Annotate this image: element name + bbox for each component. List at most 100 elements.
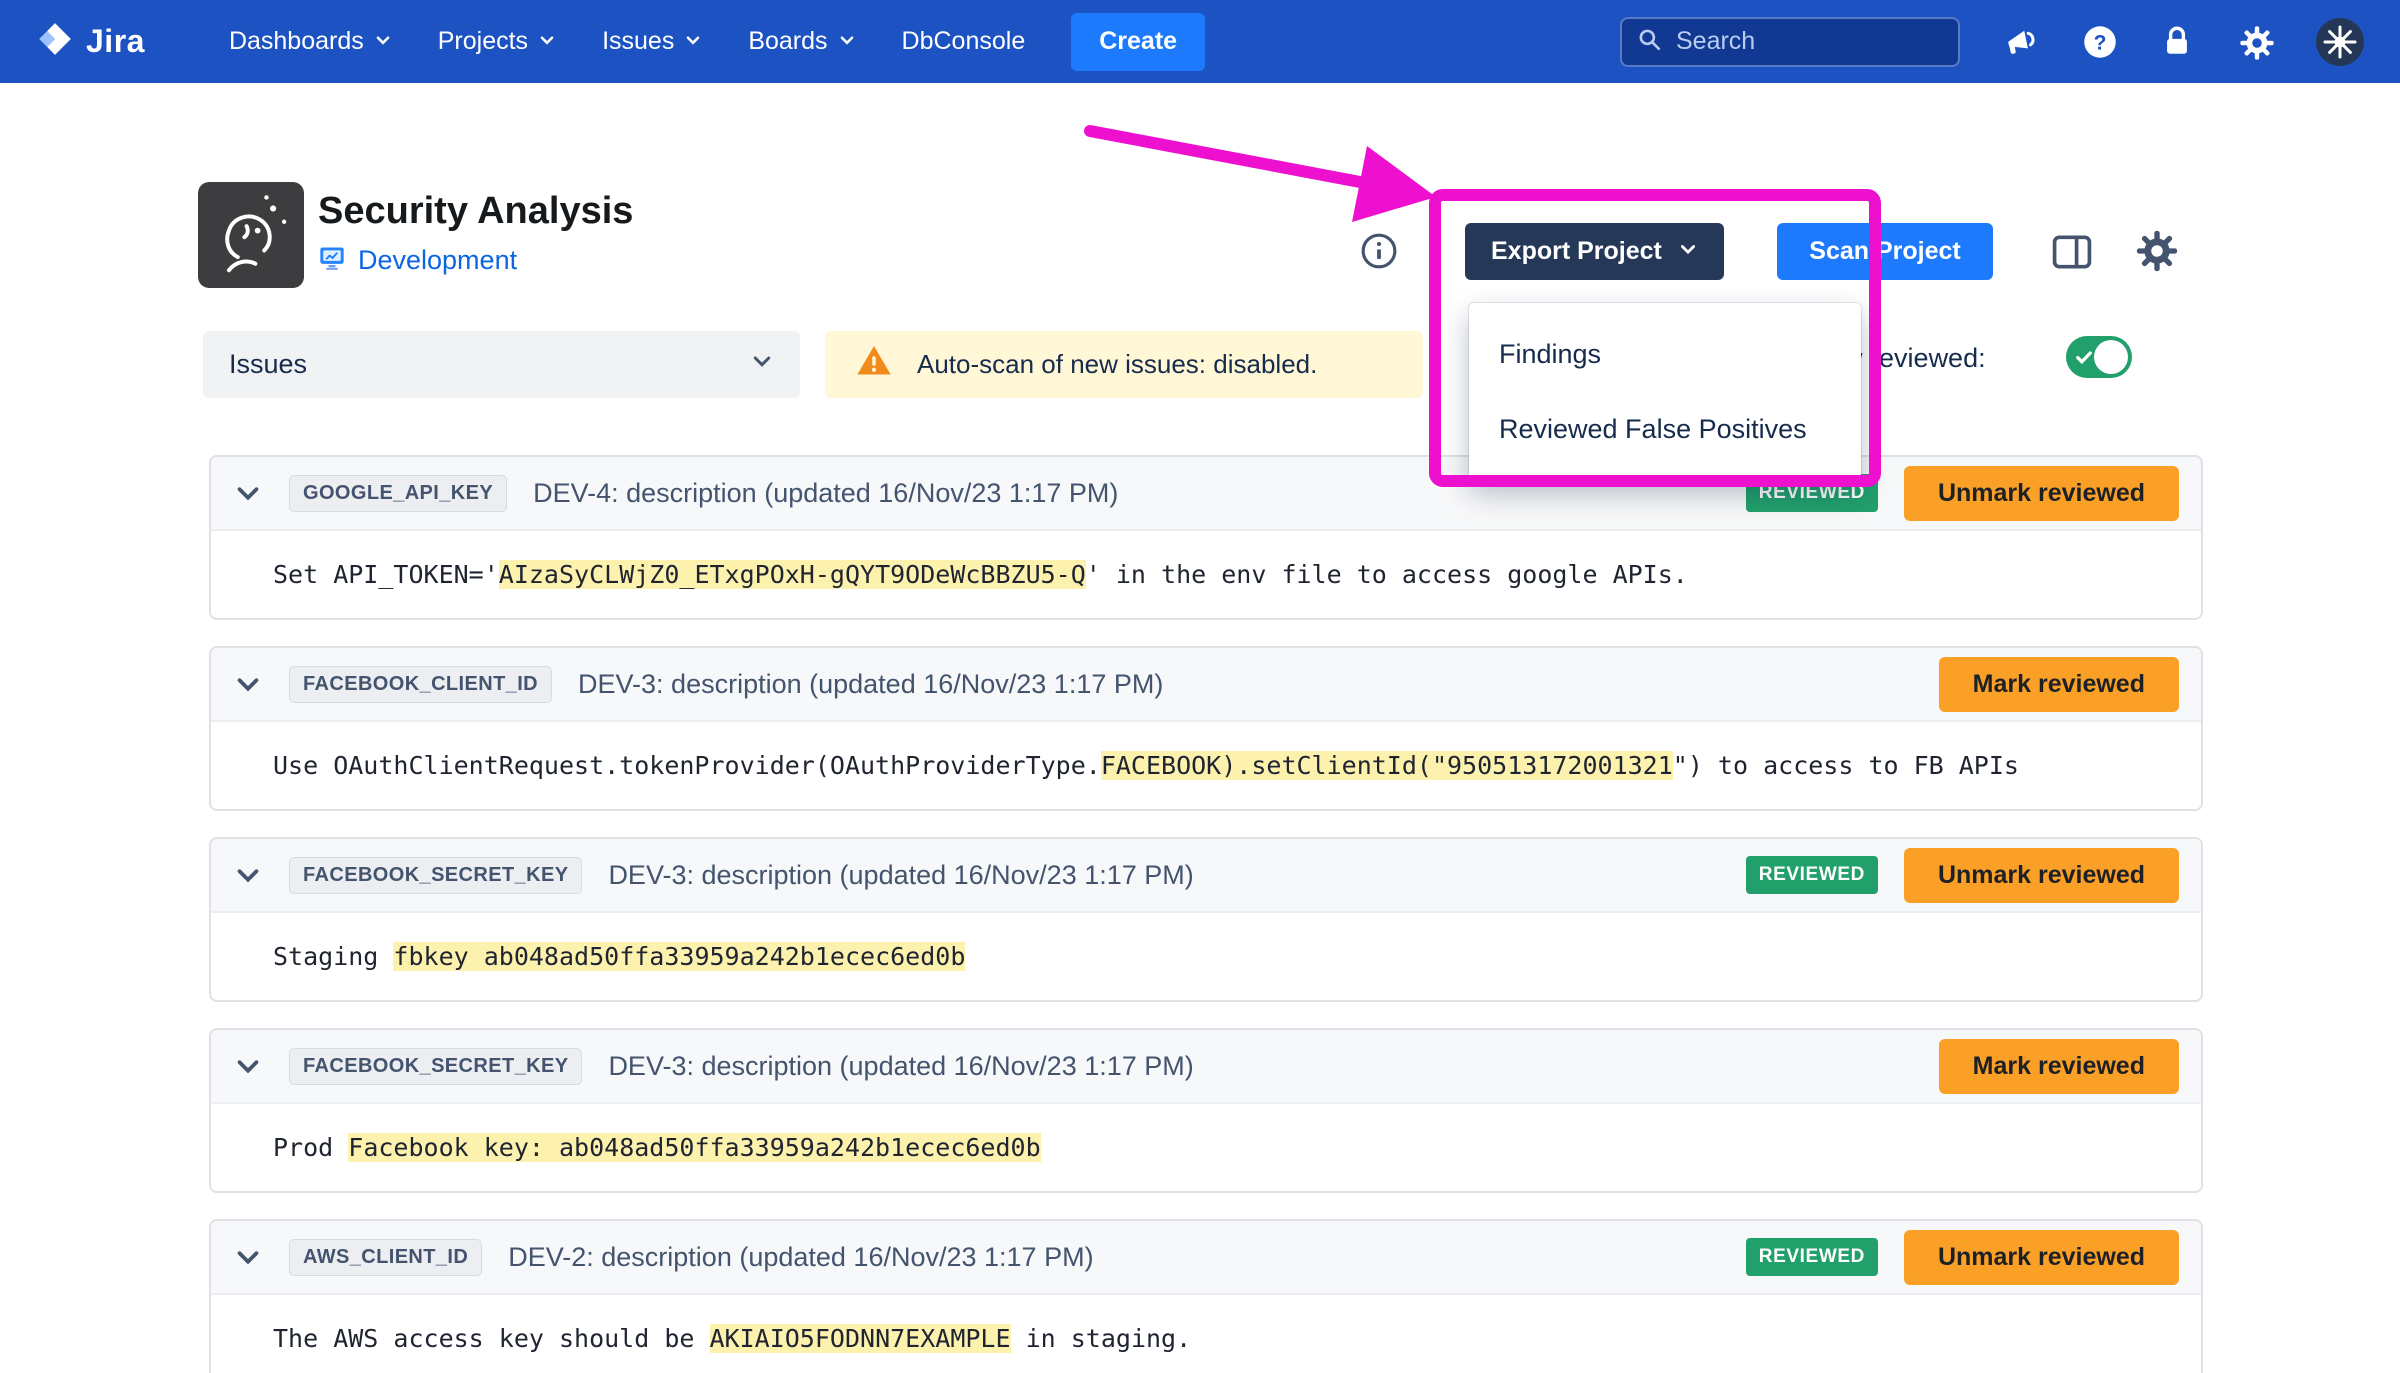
chevron-down-icon [838, 27, 856, 56]
finding-title: DEV-2: description (updated 16/Nov/23 1:… [508, 1241, 1094, 1272]
warning-icon [855, 342, 893, 387]
settings-gear-icon[interactable] [2238, 24, 2274, 60]
nav-item-dbconsole[interactable]: DbConsole [902, 27, 1026, 56]
nav-item-label: Issues [602, 27, 675, 55]
code-text: The AWS access key should be [273, 1324, 710, 1353]
chevron-down-icon [374, 27, 392, 56]
unmark-reviewed-button[interactable]: Unmark reviewed [1903, 465, 2179, 521]
chevron-down-icon [684, 27, 702, 56]
collapse-chevron-icon[interactable] [233, 1051, 263, 1081]
code-text: ") to access to FB APIs [1672, 751, 2019, 780]
annotation-arrow-shaft [1084, 125, 1366, 188]
mark-reviewed-button[interactable]: Mark reviewed [1938, 656, 2179, 712]
code-text: Staging [273, 942, 394, 971]
finding-card: AWS_CLIENT_ID DEV-2: description (update… [209, 1219, 2203, 1373]
toggle-knob [2094, 340, 2128, 374]
chevron-down-icon [1678, 237, 1698, 266]
warning-text: Auto-scan of new issues: disabled. [917, 349, 1318, 379]
finding-description: Staging fbkey ab048ad50ffa33959a242b1ece… [211, 913, 2201, 1000]
finding-description: Set API_TOKEN='AIzaSyCLWjZ0_ETxgPOxH-gQY… [211, 531, 2201, 618]
issues-filter-dropdown[interactable]: Issues [203, 331, 800, 398]
scan-project-button[interactable]: Scan Project [1777, 223, 1993, 280]
check-icon [2074, 347, 2094, 367]
code-text: Use OAuthClientRequest.tokenProvider(OAu… [273, 751, 1101, 780]
finding-description: Prod Facebook key: ab048ad50ffa33959a242… [211, 1104, 2201, 1191]
issues-filter-label: Issues [229, 349, 308, 379]
annotation-arrow-head [1352, 146, 1436, 222]
svg-text:?: ? [2094, 31, 2107, 54]
collapse-chevron-icon[interactable] [233, 478, 263, 508]
nav-item-label: Dashboards [228, 27, 364, 55]
reviewed-status-badge: REVIEWED [1745, 856, 1878, 894]
show-reviewed-toggle[interactable] [2066, 336, 2132, 378]
page-settings-gear-icon[interactable] [2134, 228, 2180, 274]
code-highlight: fbkey ab048ad50ffa33959a242b1ecec6ed0b [393, 942, 966, 971]
nav-item-label: Boards [748, 27, 828, 55]
lock-icon[interactable] [2160, 24, 2196, 60]
code-highlight: Facebook key: ab048ad50ffa33959a242b1ece… [348, 1133, 1041, 1162]
code-text: Prod [273, 1133, 349, 1162]
user-avatar[interactable] [2316, 17, 2364, 66]
collapse-chevron-icon[interactable] [233, 669, 263, 699]
finding-header: FACEBOOK_SECRET_KEY DEV-3: description (… [211, 839, 2201, 913]
code-highlight: AIzaSyCLWjZ0_ETxgPOxH-gQYT9ODeWcBBZU5-Q [498, 560, 1086, 589]
finding-card: GOOGLE_API_KEY DEV-4: description (updat… [209, 455, 2203, 620]
chevron-down-icon [750, 349, 774, 380]
finding-card: FACEBOOK_SECRET_KEY DEV-3: description (… [209, 1028, 2203, 1193]
export-dropdown-menu: Findings Reviewed False Positives [1469, 303, 1861, 481]
nav-item-boards[interactable]: Boards [748, 27, 855, 56]
info-icon[interactable] [1360, 232, 1398, 270]
details-panel-icon[interactable] [2050, 230, 2094, 274]
finding-description: Use OAuthClientRequest.tokenProvider(OAu… [211, 722, 2201, 809]
nav-item-dashboards[interactable]: Dashboards [229, 27, 392, 56]
finding-header: AWS_CLIENT_ID DEV-2: description (update… [211, 1221, 2201, 1295]
jira-logo-text: Jira [86, 23, 145, 59]
search-icon [1636, 26, 1662, 57]
chevron-down-icon [538, 27, 556, 56]
project-link[interactable]: Development [358, 245, 517, 276]
mark-reviewed-button[interactable]: Mark reviewed [1938, 1038, 2179, 1094]
security-analysis-page: Jira Dashboards Projects Issues Boards D… [0, 0, 2400, 1373]
finding-type-badge: FACEBOOK_SECRET_KEY [289, 856, 583, 894]
finding-title: DEV-3: description (updated 16/Nov/23 1:… [608, 1050, 1194, 1081]
export-menu-item-reviewed-false-positives[interactable]: Reviewed False Positives [1469, 392, 1861, 467]
create-button[interactable]: Create [1071, 12, 1206, 71]
project-avatar [198, 182, 304, 288]
finding-header: FACEBOOK_CLIENT_ID DEV-3: description (u… [211, 648, 2201, 722]
announcements-megaphone-icon[interactable] [2004, 24, 2040, 60]
finding-title: DEV-4: description (updated 16/Nov/23 1:… [533, 477, 1119, 508]
global-search[interactable] [1620, 16, 1960, 67]
jira-logo-icon [36, 20, 74, 63]
findings-list: GOOGLE_API_KEY DEV-4: description (updat… [209, 455, 2203, 1373]
finding-type-badge: FACEBOOK_SECRET_KEY [289, 1047, 583, 1085]
search-input[interactable] [1676, 27, 1944, 56]
finding-description: The AWS access key should be AKIAIO5FODN… [211, 1295, 2201, 1373]
page-title: Security Analysis [318, 190, 634, 232]
navbar-icon-group: ? [2004, 17, 2364, 66]
jira-logo[interactable]: Jira [36, 20, 145, 63]
nav-item-issues[interactable]: Issues [602, 27, 702, 56]
finding-card: FACEBOOK_SECRET_KEY DEV-3: description (… [209, 837, 2203, 1002]
code-text: in staging. [1010, 1324, 1192, 1353]
unmark-reviewed-button[interactable]: Unmark reviewed [1903, 1229, 2179, 1285]
nav-item-label: DbConsole [901, 27, 1026, 55]
collapse-chevron-icon[interactable] [233, 860, 263, 890]
finding-type-badge: GOOGLE_API_KEY [289, 474, 508, 512]
nav-item-projects[interactable]: Projects [438, 27, 556, 56]
code-highlight: AKIAIO5FODNN7EXAMPLE [709, 1324, 1011, 1353]
finding-title: DEV-3: description (updated 16/Nov/23 1:… [608, 859, 1194, 890]
code-text: Set API_TOKEN=' [273, 560, 499, 589]
code-text: ' in the env file to access google APIs. [1085, 560, 1688, 589]
finding-header: FACEBOOK_SECRET_KEY DEV-3: description (… [211, 1030, 2201, 1104]
development-project-icon [318, 244, 346, 277]
export-project-label: Export Project [1491, 237, 1662, 265]
help-icon[interactable]: ? [2082, 24, 2118, 60]
unmark-reviewed-button[interactable]: Unmark reviewed [1903, 847, 2179, 903]
export-project-button[interactable]: Export Project [1465, 223, 1724, 280]
code-highlight: FACEBOOK).setClientId("950513172001321 [1100, 751, 1673, 780]
finding-title: DEV-3: description (updated 16/Nov/23 1:… [578, 668, 1164, 699]
export-menu-item-findings[interactable]: Findings [1469, 317, 1861, 392]
nav-item-label: Projects [437, 27, 529, 55]
top-navbar: Jira Dashboards Projects Issues Boards D… [0, 0, 2400, 83]
collapse-chevron-icon[interactable] [233, 1242, 263, 1272]
